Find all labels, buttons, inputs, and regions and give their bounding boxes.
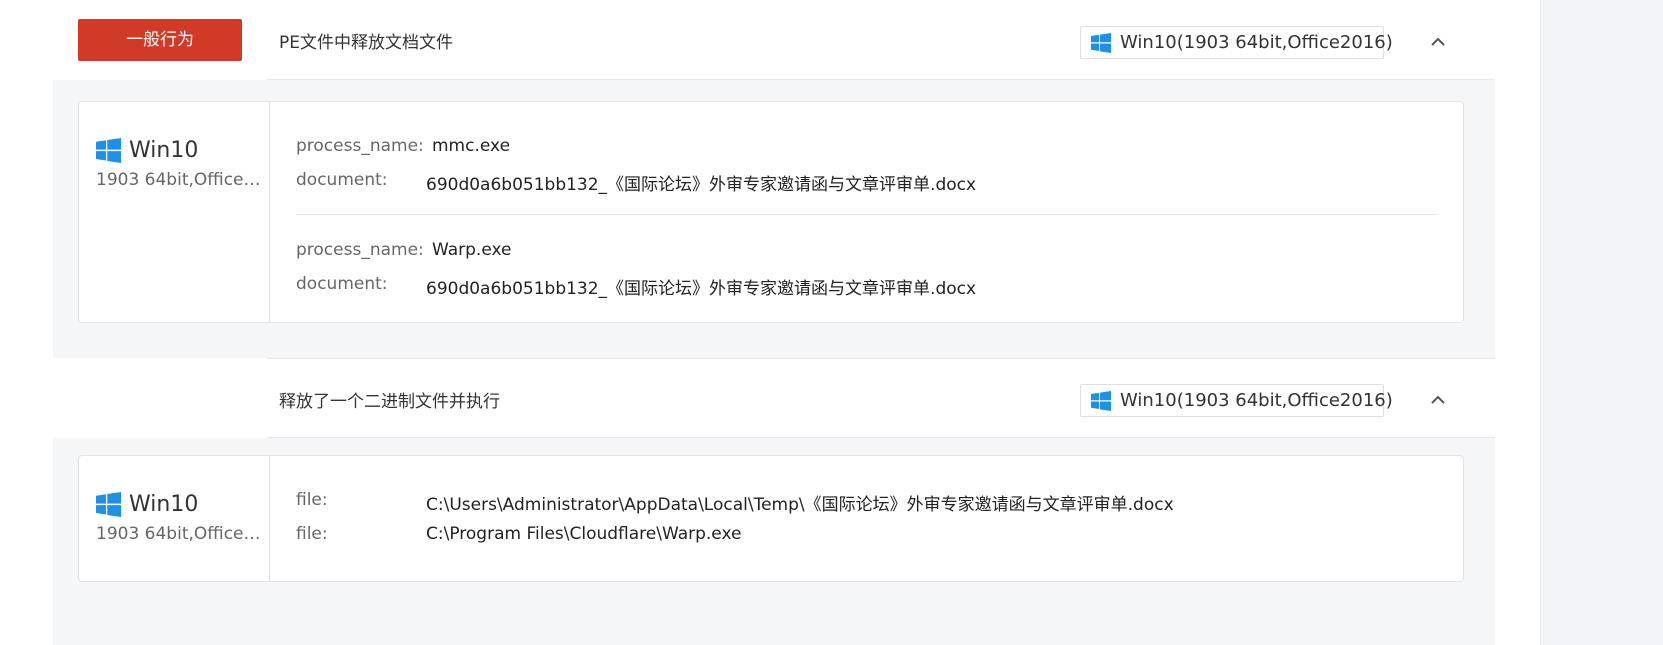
behavior-title: PE文件中释放文档文件 (279, 33, 453, 53)
row-divider (296, 214, 1438, 215)
behavior-level-badge: 一般行为 (78, 19, 242, 61)
detail-key: document: (296, 170, 388, 190)
environment-name: Win10 (96, 138, 198, 163)
behavior-detail-1: Win10 1903 64bit,Office2016 process_name… (53, 80, 1495, 358)
detail-value: C:\Program Files\Cloudflare\Warp.exe (426, 524, 742, 544)
environment-name-label: Win10 (129, 138, 199, 163)
environment-column: Win10 1903 64bit,Office2016 (79, 456, 270, 581)
detail-key: file: (296, 490, 328, 510)
detail-card: Win10 1903 64bit,Office2016 file: C:\Use… (78, 455, 1464, 582)
windows-logo-icon (96, 492, 121, 517)
collapse-toggle[interactable] (1423, 27, 1453, 57)
detail-key: document: (296, 274, 388, 294)
chevron-up-icon (1431, 395, 1445, 404)
windows-logo-icon (1091, 390, 1111, 411)
chevron-up-icon (1431, 37, 1445, 46)
environment-column: Win10 1903 64bit,Office2016 (79, 102, 270, 322)
environment-name: Win10 (96, 492, 198, 517)
behavior-header-1[interactable]: 一般行为 PE文件中释放文档文件 Win10(1903 64bit,Office… (53, 0, 1495, 80)
environment-version: 1903 64bit,Office2016 (96, 524, 264, 544)
detail-value: 690d0a6b051bb132_《国际论坛》外审专家邀请函与文章评审单.doc… (426, 175, 977, 195)
right-sidebar (1540, 0, 1663, 645)
windows-logo-icon (1091, 32, 1111, 53)
main-panel: 一般行为 PE文件中释放文档文件 Win10(1903 64bit,Office… (0, 0, 1540, 645)
environment-tag: Win10(1903 64bit,Office2016) (1080, 26, 1393, 59)
detail-value: 690d0a6b051bb132_《国际论坛》外审专家邀请函与文章评审单.doc… (426, 279, 977, 299)
behavior-detail-2: Win10 1903 64bit,Office2016 file: C:\Use… (53, 438, 1495, 645)
detail-key: process_name: (296, 240, 424, 260)
environment-version: 1903 64bit,Office2016 (96, 170, 264, 190)
detail-card: Win10 1903 64bit,Office2016 process_name… (78, 101, 1464, 323)
environment-tag-label: Win10(1903 64bit,Office2016) (1120, 390, 1393, 411)
environment-name-label: Win10 (129, 492, 199, 517)
windows-logo-icon (96, 138, 121, 163)
detail-value: mmc.exe (432, 136, 511, 156)
environment-tag: Win10(1903 64bit,Office2016) (1080, 384, 1393, 417)
divider (267, 358, 1495, 359)
detail-key: file: (296, 524, 328, 544)
behavior-title: 释放了一个二进制文件并执行 (279, 392, 500, 412)
behavior-header-2[interactable]: 释放了一个二进制文件并执行 Win10(1903 64bit,Office201… (53, 358, 1495, 438)
collapse-toggle[interactable] (1423, 385, 1453, 415)
detail-value: C:\Users\Administrator\AppData\Local\Tem… (426, 495, 1174, 515)
detail-key: process_name: (296, 136, 424, 156)
detail-value: Warp.exe (432, 240, 512, 260)
environment-tag-label: Win10(1903 64bit,Office2016) (1120, 32, 1393, 53)
